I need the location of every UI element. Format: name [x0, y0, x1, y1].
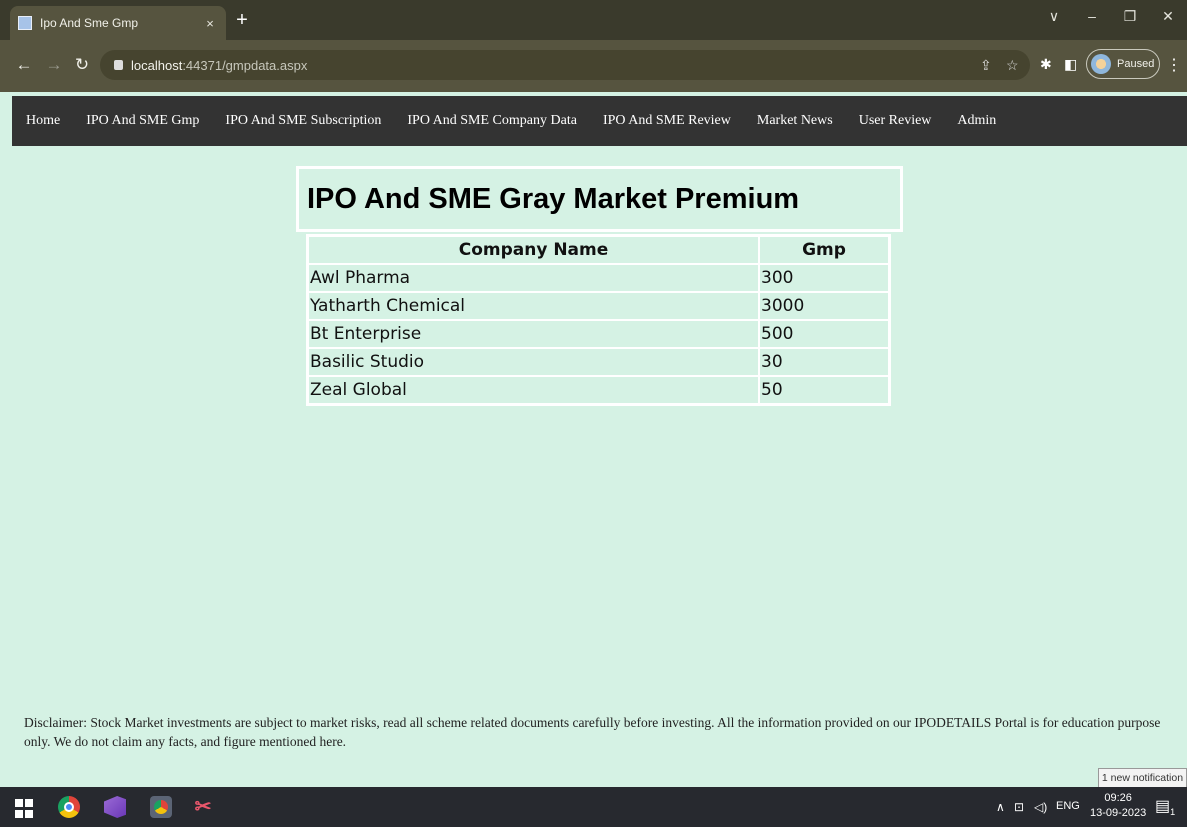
page-favicon-icon: [18, 16, 32, 30]
chrome-icon[interactable]: [58, 796, 80, 818]
taskbar: ✂ ∧ ⊡ ◁) ENG 09:26 13-09-2023 ▤1: [0, 787, 1187, 827]
nav-user-review[interactable]: User Review: [859, 113, 932, 129]
gmp-cell: 500: [759, 320, 889, 348]
forward-arrow-icon[interactable]: →: [44, 55, 64, 75]
snipping-tool-icon[interactable]: ✂: [192, 796, 214, 818]
action-center-icon[interactable]: ▤1: [1155, 796, 1175, 818]
network-icon[interactable]: ⊡: [1014, 800, 1024, 814]
nav-ipo-sme-subscription[interactable]: IPO And SME Subscription: [225, 113, 381, 129]
nav-home[interactable]: Home: [26, 113, 60, 129]
share-icon[interactable]: ⇪: [980, 57, 992, 74]
tab-search-icon[interactable]: ∨: [1035, 8, 1073, 25]
gmp-cell: 50: [759, 376, 889, 404]
table-row: Basilic Studio 30: [308, 348, 889, 376]
close-tab-icon[interactable]: ×: [202, 16, 218, 31]
browser-tab[interactable]: Ipo And Sme Gmp ×: [10, 6, 226, 40]
reload-icon[interactable]: ↻: [72, 55, 92, 75]
nav-admin[interactable]: Admin: [957, 113, 996, 129]
gmp-cell: 300: [759, 264, 889, 292]
profile-button[interactable]: Paused: [1086, 49, 1160, 79]
table-row: Yatharth Chemical 3000: [308, 292, 889, 320]
table-row: Awl Pharma 300: [308, 264, 889, 292]
company-name-cell: Awl Pharma: [308, 264, 759, 292]
language-indicator[interactable]: ENG: [1056, 800, 1080, 812]
nav-ipo-sme-gmp[interactable]: IPO And SME Gmp: [86, 113, 199, 129]
back-arrow-icon[interactable]: ←: [14, 55, 34, 75]
taskbar-clock[interactable]: 09:26 13-09-2023: [1090, 791, 1146, 821]
clock-time: 09:26: [1104, 792, 1132, 804]
bookmark-star-icon[interactable]: ☆: [1006, 57, 1019, 74]
browser-toolbar: ← → ↻ localhost:44371/gmpdata.aspx ⇪ ☆ ✱…: [0, 40, 1187, 92]
gmp-cell: 30: [759, 348, 889, 376]
windows-start-icon[interactable]: [15, 796, 37, 818]
new-tab-button[interactable]: +: [232, 9, 252, 32]
column-header-company-name: Company Name: [308, 236, 759, 264]
clock-date: 13-09-2023: [1090, 807, 1147, 819]
page-title: IPO And SME Gray Market Premium: [307, 182, 800, 215]
extensions-puzzle-icon[interactable]: ✱: [1040, 56, 1052, 73]
window-controls: ∨ – ❐ ✕: [1035, 0, 1187, 32]
nav-ipo-sme-company-data[interactable]: IPO And SME Company Data: [407, 113, 577, 129]
profile-status: Paused: [1117, 58, 1155, 70]
company-name-cell: Basilic Studio: [308, 348, 759, 376]
page-title-box: IPO And SME Gray Market Premium: [296, 166, 903, 232]
table-row: Zeal Global 50: [308, 376, 889, 404]
restore-icon[interactable]: ❐: [1111, 8, 1149, 25]
gmp-cell: 3000: [759, 292, 889, 320]
avatar: [1091, 54, 1111, 74]
lock-icon[interactable]: [114, 60, 123, 70]
notification-toast[interactable]: 1 new notification: [1098, 768, 1187, 788]
nav-ipo-sme-review[interactable]: IPO And SME Review: [603, 113, 731, 129]
close-window-icon[interactable]: ✕: [1149, 8, 1187, 25]
tray-chevron-up-icon[interactable]: ∧: [996, 800, 1005, 814]
table-header-row: Company Name Gmp: [308, 236, 889, 264]
visual-studio-icon[interactable]: [104, 796, 126, 818]
gmp-table: Company Name Gmp Awl Pharma 300 Yatharth…: [306, 234, 891, 406]
site-nav-bar: Home IPO And SME Gmp IPO And SME Subscri…: [12, 96, 1187, 146]
table-row: Bt Enterprise 500: [308, 320, 889, 348]
url-path: :44371/gmpdata.aspx: [182, 57, 308, 73]
browser-tab-strip: Ipo And Sme Gmp × + ∨ – ❐ ✕: [0, 0, 1187, 40]
company-name-cell: Zeal Global: [308, 376, 759, 404]
column-header-gmp: Gmp: [759, 236, 889, 264]
notification-count: 1: [1170, 807, 1176, 818]
side-panel-icon[interactable]: ◧: [1064, 56, 1077, 73]
chrome-profile-icon[interactable]: [150, 796, 172, 818]
volume-icon[interactable]: ◁): [1034, 800, 1047, 814]
browser-menu-icon[interactable]: ⋮: [1166, 55, 1182, 75]
address-bar[interactable]: localhost:44371/gmpdata.aspx ⇪ ☆: [100, 50, 1030, 80]
url-host: localhost: [131, 57, 183, 73]
company-name-cell: Bt Enterprise: [308, 320, 759, 348]
nav-market-news[interactable]: Market News: [757, 113, 833, 129]
disclaimer-text: Disclaimer: Stock Market investments are…: [24, 715, 1161, 749]
company-name-cell: Yatharth Chemical: [308, 292, 759, 320]
tab-title: Ipo And Sme Gmp: [40, 16, 139, 30]
minimize-icon[interactable]: –: [1073, 8, 1111, 24]
